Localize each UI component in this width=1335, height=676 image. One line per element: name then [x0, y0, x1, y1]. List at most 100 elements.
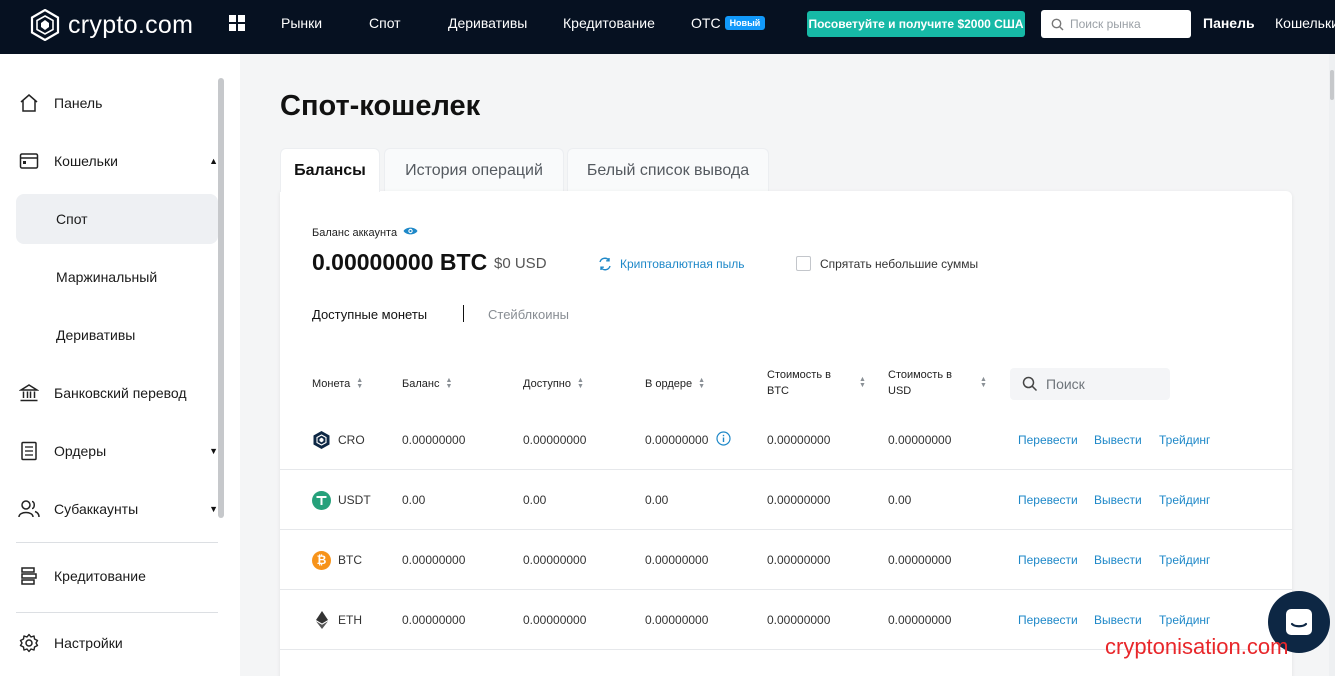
sort-icon: ▲ ▼ — [698, 377, 706, 390]
tab-withdraw-whitelist[interactable]: Белый список вывода — [567, 148, 769, 192]
sidebar-item-settings[interactable]: Настройки — [16, 618, 218, 668]
in-order-cell: 0.00000000 — [645, 553, 709, 567]
nav-otc[interactable]: OTC Новый — [691, 15, 766, 31]
sidebar-item-orders[interactable]: Ордеры ▼ — [16, 426, 218, 476]
transfer-link[interactable]: Перевести — [1018, 590, 1078, 650]
sidebar-item-derivatives[interactable]: Деривативы — [16, 310, 218, 360]
nav-spot[interactable]: Спот — [369, 15, 401, 31]
column-header-label: Стоимость в BTC — [767, 369, 831, 397]
lending-stack-icon — [18, 565, 40, 587]
trade-link[interactable]: Трейдинг — [1159, 530, 1210, 590]
page-scrollbar[interactable] — [1329, 54, 1335, 676]
column-header-usd-value[interactable]: Стоимость в USD ▲ ▼ — [888, 367, 987, 399]
sidebar-item-label: Кошельки — [54, 153, 118, 169]
btc-coin-icon: ₿ — [312, 550, 331, 570]
sidebar-item-lending[interactable]: Кредитование — [16, 551, 218, 601]
nav-lending[interactable]: Кредитование — [563, 15, 655, 31]
table-row: ₿ BTC 0.00000000 0.00000000 0.00000000 0… — [280, 530, 1292, 590]
page-scrollbar-thumb[interactable] — [1330, 70, 1334, 100]
balance-cell: 0.00000000 — [402, 553, 466, 567]
referral-promo-button[interactable]: Посоветуйте и получите $2000 США — [807, 11, 1025, 37]
usd-value-cell: 0.00000000 — [888, 553, 952, 567]
sidebar-item-label: Ордеры — [54, 443, 107, 459]
column-header-coin[interactable]: Монета ▲ ▼ — [312, 376, 363, 392]
nav-markets[interactable]: Рынки — [281, 15, 322, 31]
column-header-in-order[interactable]: В ордере ▲ ▼ — [645, 376, 705, 392]
sidebar-scrollbar[interactable] — [218, 78, 224, 518]
transfer-link[interactable]: Перевести — [1018, 410, 1078, 470]
hide-small-label: Спрятать небольшие суммы — [820, 256, 979, 271]
sidebar-item-bank-transfer[interactable]: Банковский перевод — [16, 368, 218, 418]
balance-cell: 0.00000000 — [402, 613, 466, 627]
tab-history[interactable]: История операций — [384, 148, 564, 192]
crypto-com-logo[interactable]: crypto.com — [30, 9, 193, 41]
sidebar: Панель Кошельки ▲ Спот Маржинальный Дери… — [0, 54, 240, 676]
sort-icon: ▲ ▼ — [980, 376, 987, 389]
coin-search-input[interactable] — [1046, 376, 1156, 392]
sidebar-item-label: Субаккаунты — [54, 501, 139, 517]
usdt-coin-icon — [312, 490, 331, 510]
btc-value-cell: 0.00000000 — [767, 493, 831, 507]
in-order-value: 0.00000000 — [645, 433, 709, 447]
bank-icon — [18, 382, 40, 404]
sidebar-item-subaccounts[interactable]: Субаккаунты ▼ — [16, 484, 218, 534]
withdraw-link[interactable]: Вывести — [1094, 530, 1142, 590]
tab-balances[interactable]: Балансы — [280, 148, 380, 192]
apps-grid-icon[interactable] — [229, 15, 245, 31]
nav-derivatives[interactable]: Деривативы — [448, 15, 527, 31]
trade-link[interactable]: Трейдинг — [1159, 410, 1210, 470]
column-header-btc-value[interactable]: Стоимость в BTC ▲ ▼ — [767, 367, 866, 399]
page-title: Спот-кошелек — [280, 90, 481, 122]
available-cell: 0.00000000 — [523, 433, 587, 447]
transfer-link[interactable]: Перевести — [1018, 470, 1078, 530]
withdraw-link[interactable]: Вывести — [1094, 410, 1142, 470]
hide-small-checkbox[interactable] — [796, 256, 811, 271]
sidebar-divider — [16, 542, 218, 543]
subtab-stablecoins[interactable]: Стейблкоины — [488, 307, 569, 322]
home-icon — [18, 92, 40, 114]
usd-value-cell: 0.00 — [888, 493, 912, 507]
coin-symbol: ETH — [338, 613, 362, 627]
column-header-label: Монета — [312, 378, 351, 390]
info-icon[interactable] — [716, 431, 732, 449]
sidebar-item-spot[interactable]: Спот — [16, 194, 218, 244]
subtab-available-coins[interactable]: Доступные монеты — [312, 307, 427, 322]
nav-wallets[interactable]: Кошельки — [1275, 15, 1335, 31]
chat-icon — [1286, 609, 1312, 635]
sidebar-item-label: Настройки — [54, 635, 123, 651]
withdraw-link[interactable]: Вывести — [1094, 470, 1142, 530]
brand-name: crypto.com — [68, 10, 194, 39]
chevron-down-icon: ▼ — [209, 446, 218, 456]
btc-value-cell: 0.00000000 — [767, 613, 831, 627]
search-icon — [1022, 376, 1038, 392]
trade-link[interactable]: Трейдинг — [1159, 470, 1210, 530]
available-cell: 0.00 — [523, 493, 547, 507]
column-header-balance[interactable]: Баланс ▲ ▼ — [402, 376, 452, 392]
column-header-label: Баланс — [402, 378, 440, 390]
sidebar-item-margin[interactable]: Маржинальный — [16, 252, 218, 302]
balances-panel: Баланс аккаунта 0.00000000 BTC $0 USD Кр… — [280, 191, 1292, 676]
coin-symbol: CRO — [338, 433, 365, 447]
market-search-input[interactable] — [1070, 17, 1180, 31]
column-header-available[interactable]: Доступно ▲ ▼ — [523, 376, 584, 392]
in-order-cell: 0.00000000 — [645, 410, 732, 470]
sidebar-item-wallets[interactable]: Кошельки ▲ — [16, 136, 218, 186]
convert-icon — [599, 257, 611, 271]
crypto-dust-link[interactable]: Криптовалютная пыль — [598, 257, 745, 271]
available-cell: 0.00000000 — [523, 553, 587, 567]
balance-usd: $0 USD — [494, 255, 547, 272]
market-search[interactable] — [1041, 10, 1191, 38]
watermark: cryptonisation.com — [1105, 634, 1289, 659]
usd-value-cell: 0.00000000 — [888, 433, 952, 447]
sidebar-item-dashboard[interactable]: Панель — [16, 78, 218, 128]
chevron-down-icon: ▼ — [209, 504, 218, 514]
coin-search[interactable] — [1010, 368, 1170, 400]
transfer-link[interactable]: Перевести — [1018, 530, 1078, 590]
coin-cell: USDT — [312, 470, 371, 530]
eye-icon[interactable] — [403, 226, 418, 239]
nav-dashboard[interactable]: Панель — [1203, 15, 1255, 31]
balance-cell: 0.00 — [402, 493, 426, 507]
hide-small-balances[interactable]: Спрятать небольшие суммы — [796, 256, 978, 271]
table-row: CRO 0.00000000 0.00000000 0.00000000 0.0… — [280, 410, 1292, 470]
sidebar-divider — [16, 612, 218, 613]
